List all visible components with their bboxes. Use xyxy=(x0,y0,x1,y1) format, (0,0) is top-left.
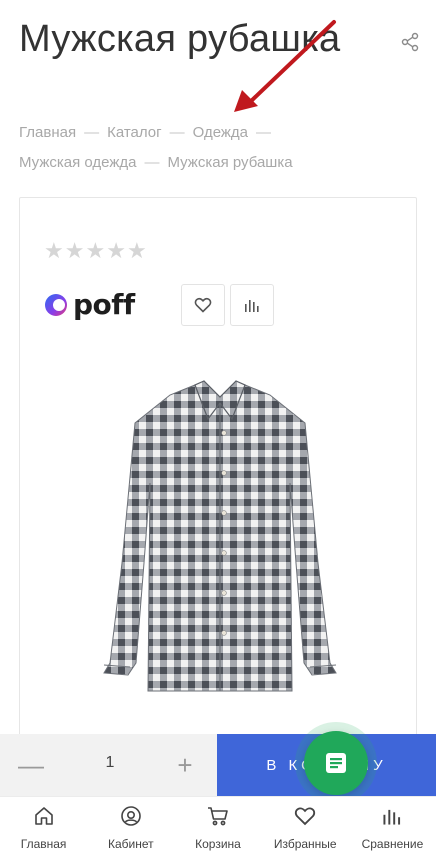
share-button[interactable] xyxy=(398,30,422,54)
nav-label: Избранные xyxy=(273,837,337,851)
nav-label: Корзина xyxy=(195,837,241,851)
add-to-favorites-button[interactable] xyxy=(181,284,225,326)
quantity-stepper: — 1 + xyxy=(0,734,217,796)
breadcrumb-separator: — xyxy=(256,124,272,141)
breadcrumb-item-mens-clothing[interactable]: Мужская одежда xyxy=(19,154,136,171)
rating-star: ★ xyxy=(106,238,126,263)
brand-name: poff xyxy=(73,288,135,321)
heart-icon xyxy=(194,298,212,313)
breadcrumb: Главная — Каталог — Одежда — Мужская одежда — М… xyxy=(19,118,419,178)
bottom-nav: Главная Кабинет Корзина Избранные Сравне… xyxy=(0,796,436,856)
nav-item-favorites[interactable]: Избранные xyxy=(262,797,349,856)
breadcrumb-item-home[interactable]: Главная xyxy=(19,124,76,141)
page-title: Мужская рубашка xyxy=(19,18,341,60)
rating-star: ★ xyxy=(126,238,147,263)
home-icon xyxy=(32,804,56,828)
quantity-decrease-button[interactable]: — xyxy=(16,750,46,780)
rating-star: ★ xyxy=(64,238,85,263)
heart-icon xyxy=(293,804,317,828)
quantity-value[interactable]: 1 xyxy=(90,754,130,772)
nav-item-home[interactable]: Главная xyxy=(0,797,87,856)
brand-logo[interactable]: poff xyxy=(44,288,135,321)
add-to-compare-button[interactable] xyxy=(230,284,274,326)
rating-stars: ★ ★ ★ ★ ★ xyxy=(44,240,147,262)
document-icon xyxy=(326,753,346,773)
breadcrumb-separator: — xyxy=(84,124,100,141)
nav-item-account[interactable]: Кабинет xyxy=(87,797,174,856)
brand-mark-icon xyxy=(45,293,67,316)
nav-item-cart[interactable]: Корзина xyxy=(174,797,261,856)
rating-star: ★ xyxy=(44,238,64,263)
breadcrumb-separator: — xyxy=(144,154,160,171)
product-card: ★ ★ ★ ★ ★ poff xyxy=(19,197,417,757)
floating-action-button[interactable] xyxy=(304,731,368,795)
product-image[interactable] xyxy=(90,373,350,713)
breadcrumb-separator: — xyxy=(169,124,185,141)
share-icon xyxy=(401,32,419,52)
breadcrumb-item-clothing[interactable]: Одежда xyxy=(193,124,248,141)
cart-icon xyxy=(206,804,230,828)
breadcrumb-item-current: Мужская рубашка xyxy=(167,154,293,171)
nav-label: Сравнение xyxy=(361,837,424,851)
breadcrumb-item-catalog[interactable]: Каталог xyxy=(107,124,162,141)
nav-label: Кабинет xyxy=(107,837,154,851)
nav-item-compare[interactable]: Сравнение xyxy=(349,797,436,856)
user-circle-icon xyxy=(119,804,143,828)
rating-star: ★ xyxy=(85,238,106,263)
compare-bars-icon xyxy=(245,300,259,312)
quantity-increase-button[interactable]: + xyxy=(170,750,200,780)
compare-bars-icon xyxy=(380,804,404,828)
nav-label: Главная xyxy=(20,837,67,851)
